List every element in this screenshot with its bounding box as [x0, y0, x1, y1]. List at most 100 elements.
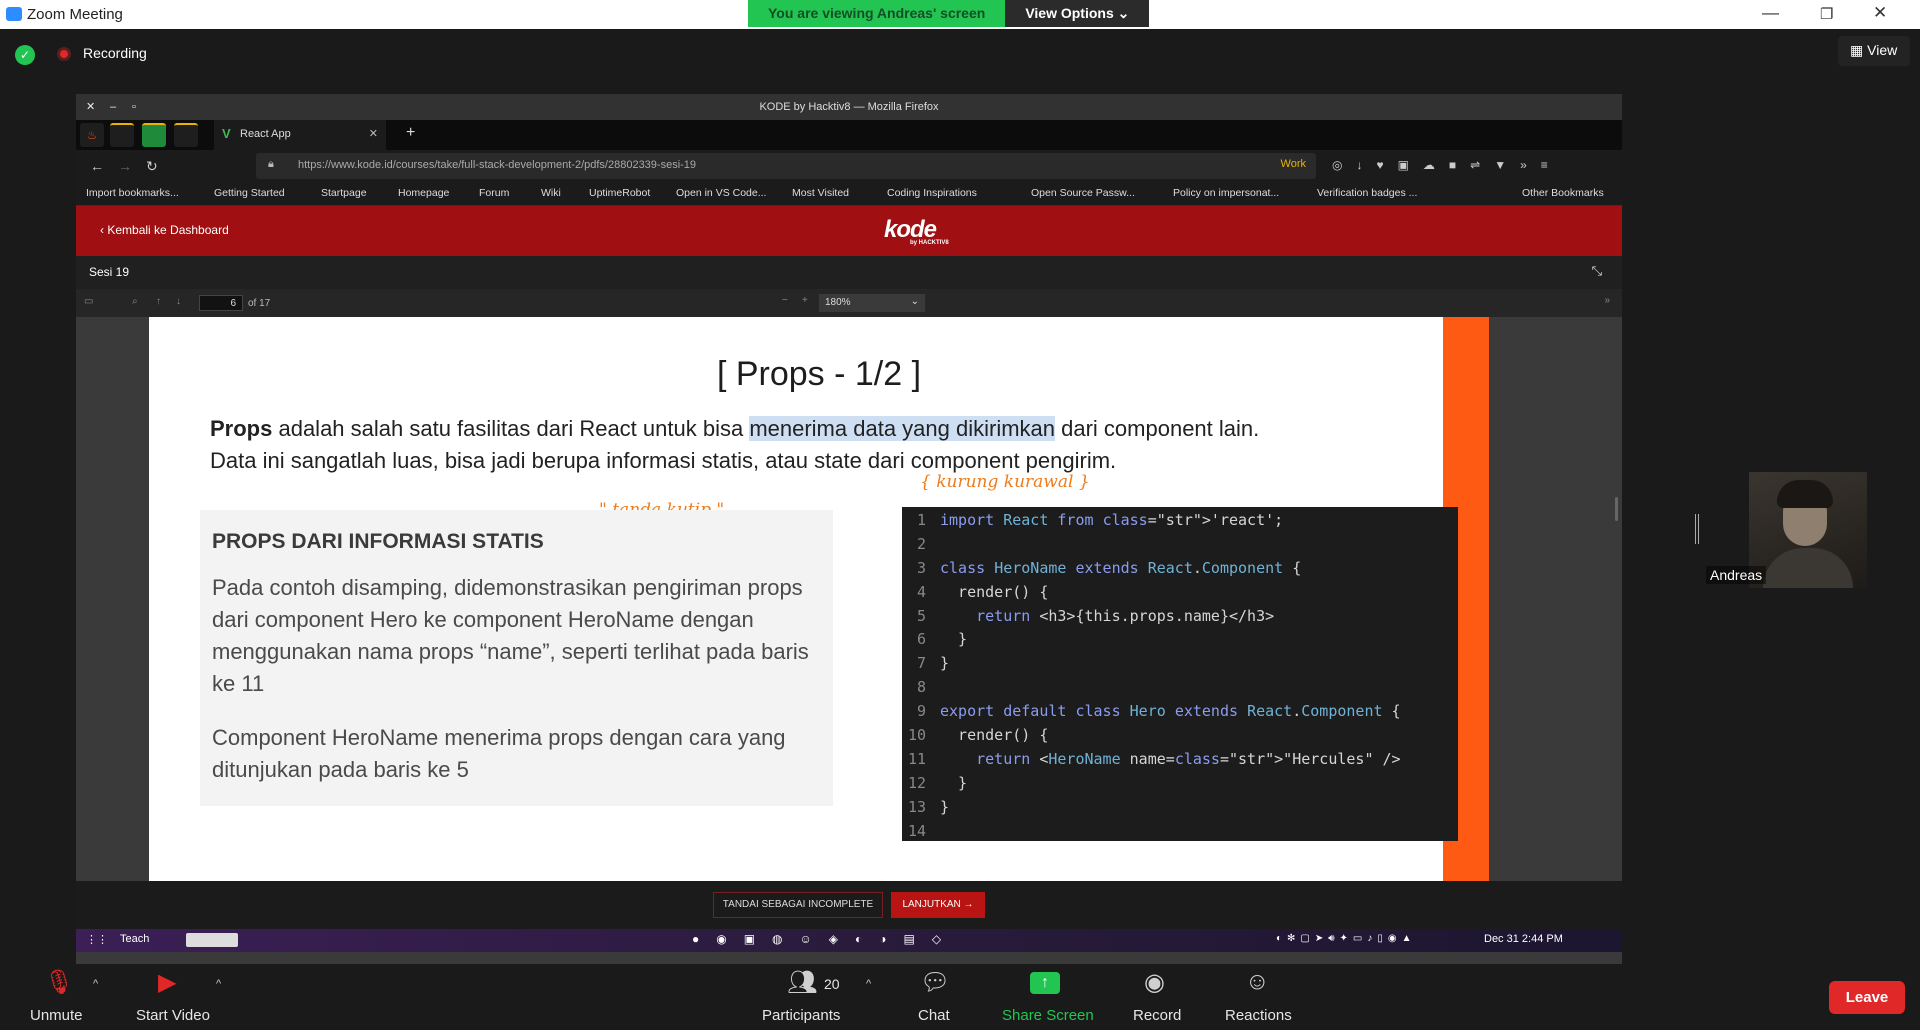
line-number: 7 [916, 654, 926, 673]
recording-label[interactable]: Recording [83, 45, 147, 61]
bookmark-item[interactable]: Open Source Passw... [1031, 187, 1135, 199]
pinned-tab-sheets[interactable] [142, 123, 166, 147]
video-off-icon[interactable]: ▶︎ [158, 968, 176, 997]
view-options-button[interactable]: View Options ⌄ [1005, 0, 1150, 27]
mark-incomplete-button[interactable]: TANDAI SEBAGAI INCOMPLETE [713, 892, 883, 918]
container-label[interactable]: Work [1281, 158, 1306, 170]
microphone-muted-icon[interactable]: 🎙︎ [44, 968, 74, 997]
firefox-minimize-icon[interactable]: – [110, 94, 116, 120]
intro-part-1: adalah salah satu fasilitas dari React u… [272, 416, 750, 441]
share-screen-button[interactable]: Share Screen [1002, 1007, 1094, 1024]
start-video-button[interactable]: Start Video [136, 1007, 210, 1024]
taskbar-clock[interactable]: Dec 31 2:44 PM [1484, 933, 1563, 945]
intro-part-2: dari component lain. [1055, 416, 1260, 441]
bookmark-item[interactable]: Other Bookmarks [1522, 187, 1604, 199]
share-screen-icon[interactable]: ↑ [1030, 972, 1060, 994]
participants-caret-icon[interactable]: ^ [866, 978, 871, 990]
kode-header: ‹ Kembali ke Dashboard kode by HACKTIV8 [76, 206, 1622, 256]
pinned-tab-fire[interactable]: ♨ [80, 123, 104, 147]
back-icon[interactable]: ← [90, 158, 104, 174]
vue-icon: V [222, 126, 231, 141]
workspace-switcher[interactable] [186, 933, 238, 947]
taskbar-label[interactable]: Teach [120, 933, 149, 945]
bookmark-item[interactable]: Getting Started [214, 187, 285, 199]
participant-body [1763, 548, 1853, 588]
panel-resize-handle[interactable] [1695, 514, 1699, 544]
bookmark-item[interactable]: Coding Inspirations [887, 187, 977, 199]
back-to-dashboard-link[interactable]: ‹ Kembali ke Dashboard [100, 223, 229, 237]
restore-icon[interactable]: ❐ [1820, 5, 1833, 23]
search-icon[interactable]: ⌕ [132, 296, 138, 307]
video-options-caret-icon[interactable]: ^ [216, 978, 221, 990]
chat-button[interactable]: Chat [918, 1007, 950, 1024]
pinned-tab-notes[interactable] [110, 123, 134, 147]
tools-icon[interactable]: » [1604, 295, 1610, 306]
reactions-icon[interactable]: ☺ [1245, 968, 1270, 996]
forward-icon[interactable]: → [118, 158, 132, 174]
line-number: 4 [916, 582, 926, 601]
viewing-banner-text: You are viewing Andreas' screen [748, 0, 1006, 27]
bookmark-item[interactable]: Open in VS Code... [676, 187, 766, 199]
reload-icon[interactable]: ↻ [146, 158, 158, 175]
line-number: 2 [916, 534, 926, 553]
bookmark-item[interactable]: Homepage [398, 187, 449, 199]
pinned-tab-photos[interactable] [174, 123, 198, 147]
bookmark-item[interactable]: Most Visited [792, 187, 849, 199]
url-bar[interactable]: 🔒︎ https://www.kode.id/courses/take/full… [256, 153, 1316, 179]
record-icon[interactable]: ◉ [1144, 968, 1165, 997]
prev-page-icon[interactable]: ↑ [156, 296, 161, 307]
code-line: 2 [902, 533, 1458, 557]
bookmark-item[interactable]: Import bookmarks... [86, 187, 179, 199]
participant-hair [1777, 480, 1833, 508]
kode-logo[interactable]: kode by HACKTIV8 [884, 216, 949, 246]
zoom-out-icon[interactable]: − [782, 295, 788, 306]
slide-intro: Props adalah salah satu fasilitas dari R… [210, 413, 1450, 477]
tab-close-icon[interactable]: ✕ [369, 127, 378, 140]
record-button[interactable]: Record [1133, 1007, 1181, 1024]
bookmark-item[interactable]: UptimeRobot [589, 187, 650, 199]
audio-options-caret-icon[interactable]: ^ [93, 978, 98, 990]
taskbar-app-icons[interactable]: ●◉▣◍☺◈◐◑▤◇ [692, 932, 958, 946]
extension-icons[interactable]: ◎↓♥▣☁■⇌▼»≡ [1332, 158, 1562, 172]
zoom-in-icon[interactable]: + [802, 295, 808, 306]
line-number: 1 [916, 511, 926, 529]
new-tab-icon[interactable]: + [406, 124, 415, 142]
participants-icon[interactable]: 👥︎ [787, 968, 817, 997]
close-icon[interactable]: ✕ [1873, 3, 1887, 23]
view-button[interactable]: ▦ View [1838, 36, 1910, 66]
line-number: 3 [916, 558, 926, 577]
minimize-icon[interactable]: — [1762, 3, 1779, 23]
line-number: 8 [916, 678, 926, 697]
participant-video-andreas[interactable] [1749, 472, 1867, 588]
next-page-icon[interactable]: ↓ [176, 296, 181, 307]
firefox-maximize-icon[interactable]: ▫ [132, 94, 136, 120]
encryption-shield-icon[interactable]: ✓ [15, 45, 35, 65]
app-grid-icon[interactable]: ⋮⋮ [86, 933, 108, 946]
fullscreen-icon[interactable]: ⤡ [1592, 263, 1602, 279]
url-text: https://www.kode.id/courses/take/full-st… [298, 159, 697, 171]
continue-button[interactable]: LANJUTKAN → [891, 892, 985, 918]
zoom-select[interactable]: 180% ⌄ [819, 294, 925, 312]
firefox-close-icon[interactable]: ✕ [86, 94, 95, 120]
bookmarks-bar: Import bookmarks... Getting Started Star… [76, 182, 1622, 206]
bookmark-item[interactable]: Policy on impersonat... [1173, 187, 1279, 199]
system-tray-icons[interactable]: ◐✻▢➤🔊︎✦▭♪▯◉▲ [1276, 933, 1417, 944]
zoom-value: 180% [825, 297, 851, 308]
scroll-indicator[interactable] [1615, 497, 1618, 521]
sidebar-toggle-icon[interactable]: ▭ [84, 296, 93, 307]
page-number-input[interactable]: 6 [199, 295, 243, 311]
code-line: 14 [902, 820, 1458, 844]
bookmark-item[interactable]: Verification badges ... [1317, 187, 1417, 199]
leave-button[interactable]: Leave [1829, 981, 1905, 1014]
recording-dot-icon [57, 47, 71, 61]
unmute-button[interactable]: Unmute [30, 1007, 83, 1024]
reactions-button[interactable]: Reactions [1225, 1007, 1292, 1024]
slide-page: [ Props - 1/2 ] Props adalah salah satu … [149, 317, 1489, 881]
bookmark-item[interactable]: Wiki [541, 187, 561, 199]
intro-line-2: Data ini sangatlah luas, bisa jadi berup… [210, 448, 1117, 473]
tab-react-app[interactable]: V React App ✕ [214, 120, 386, 150]
participants-button[interactable]: Participants [762, 1007, 840, 1024]
bookmark-item[interactable]: Forum [479, 187, 509, 199]
bookmark-item[interactable]: Startpage [321, 187, 367, 199]
chat-icon[interactable]: 💬︎ [920, 968, 950, 997]
